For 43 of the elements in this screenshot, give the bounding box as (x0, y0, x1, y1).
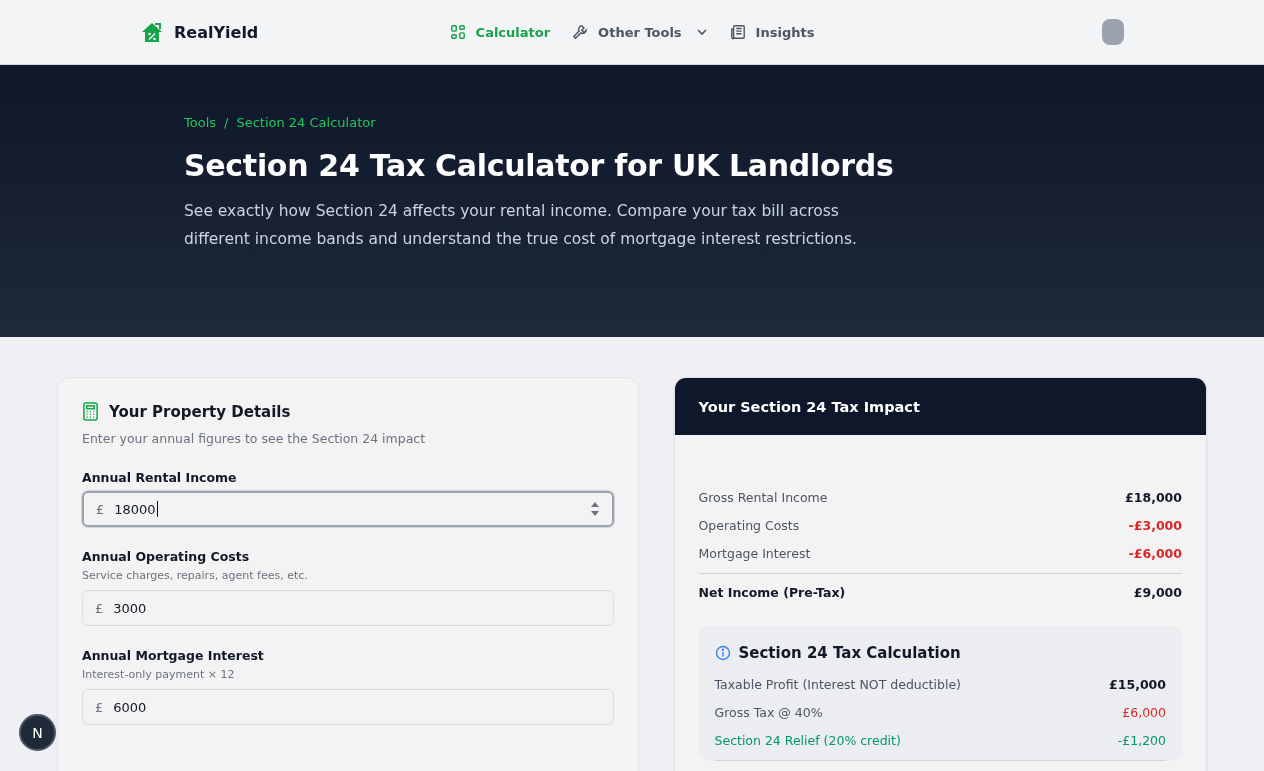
calculator-icon (82, 402, 99, 421)
field-label: Annual Rental Income (82, 470, 238, 485)
dev-tools-button[interactable]: N (19, 714, 56, 751)
row-value: £9,000 (1133, 584, 1182, 600)
panel-title: Section 24 Tax Calculation (738, 644, 961, 662)
field-hint: Service charges, repairs, agent fees, etc. (82, 569, 309, 582)
stepper-icon[interactable] (589, 501, 600, 517)
field-hint: Interest-only payment × 12 (82, 668, 236, 681)
breadcrumb-separator: / (224, 115, 229, 130)
row-label: Net Income (Pre-Tax) (698, 584, 846, 600)
number-input-field[interactable]: £ 3000 (82, 590, 614, 626)
row-value: £6,000 (1122, 704, 1166, 720)
number-input-field[interactable]: £ 6000 (82, 689, 614, 725)
card-subtitle: Enter your annual figures to see the Section 24 impact (82, 431, 427, 446)
nav-link[interactable]: Insights (729, 24, 815, 40)
row-label: Section 24 Relief (20% credit) (714, 732, 901, 748)
nav-link[interactable]: Other Tools (572, 24, 708, 40)
breadcrumb-link[interactable]: Section 24 Calculator (236, 115, 376, 130)
row-value: -£6,000 (1128, 545, 1182, 561)
row-value: £15,000 (1109, 676, 1166, 692)
info-icon (714, 645, 731, 661)
row-label: Taxable Profit (Interest NOT deductible) (714, 676, 961, 692)
brand-name[interactable]: RealYield (174, 22, 259, 42)
number-input-field[interactable]: £ 18000 (82, 491, 614, 527)
avatar[interactable] (1102, 19, 1124, 45)
field-label: Annual Mortgage Interest (82, 648, 265, 663)
row-label: Mortgage Interest (698, 545, 811, 561)
card-title: Your Property Details (109, 402, 291, 421)
card-title: Your Section 24 Tax Impact (698, 398, 920, 415)
row-label: Gross Tax @ 40% (714, 704, 823, 720)
house-percent-icon (140, 20, 164, 44)
row-label: Gross Rental Income (698, 489, 828, 505)
wrench-icon (572, 24, 589, 40)
page-title: Section 24 Tax Calculator for UK Landlords (184, 148, 895, 183)
field-label: Annual Operating Costs (82, 549, 251, 564)
row-value: £18,000 (1125, 489, 1182, 505)
page-description: See exactly how Section 24 affects your rental income. Compare your tax bill across different income bands and understand the true cost of mortgage interest restrictions. (184, 201, 858, 250)
row-value: -£1,200 (1117, 732, 1166, 748)
breadcrumb-link[interactable]: Tools (184, 115, 217, 130)
row-label: Operating Costs (698, 517, 800, 533)
row-value: -£3,000 (1128, 517, 1182, 533)
grid-icon (449, 24, 466, 40)
newspaper-icon (729, 24, 746, 40)
